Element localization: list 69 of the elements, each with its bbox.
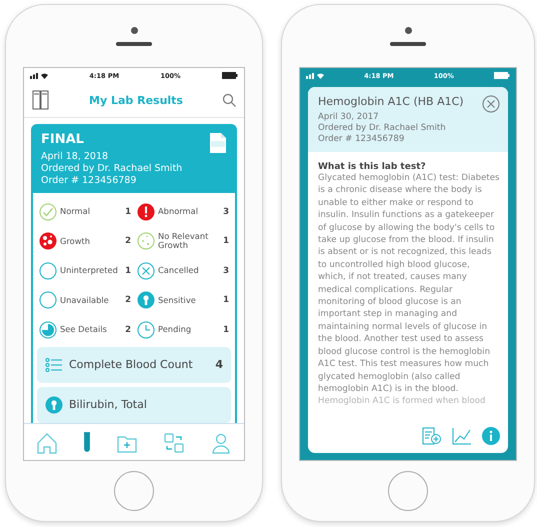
legend-label: Growth <box>60 236 92 246</box>
test-name: Complete Blood Count <box>69 358 194 371</box>
legend-label: Uninterpreted <box>60 266 119 276</box>
ordered-by: Ordered by Dr. Rachael Smith <box>41 163 182 174</box>
empty-circle-icon <box>39 262 57 280</box>
legend-label: No Relevant Growth <box>158 232 210 250</box>
test-date: April 30, 2017 <box>318 112 380 122</box>
add-note-icon[interactable] <box>422 427 442 445</box>
legend-label: Normal <box>60 207 92 216</box>
legend-count: 1 <box>223 324 229 335</box>
battery-icon <box>494 72 510 79</box>
test-count: 4 <box>215 358 223 371</box>
legend-count: 1 <box>125 206 131 217</box>
legend-count: 3 <box>223 266 229 276</box>
battery-icon <box>222 72 238 79</box>
test-row[interactable]: Bilirubin, Total <box>37 386 231 422</box>
check-circle-icon <box>39 202 57 221</box>
legend-count: 2 <box>125 324 131 335</box>
exclamation-circle-icon <box>137 202 155 221</box>
info-icon[interactable] <box>482 427 500 445</box>
speaker-grille <box>390 42 426 46</box>
dotted-circle-icon <box>137 232 155 250</box>
order-number: Order # 123456789 <box>318 134 406 144</box>
camera-icon <box>404 26 412 34</box>
keyhole-icon <box>45 396 63 414</box>
description-text: Glycated hemoglobin (A1C) test: Diabetes is a chronic disease where the body is unable to either make or respond to insulin. Insulin functions as a gatekeeper of glucose by allowing the body's cells to take up glucose from the blood. If insulin is absent or is not recognized, this leads to uncontrolled high blood glucose, which, if not treated, causes many medical complications. Regular monitoring of blood glucose is an important step in managing and maintaining normal levels of glucose in the blood. Another test used to assess blood glucose control is the hemoglobin A1C test. This test measures how much glycated hemoglobin (also called hemoglobin A1C) is in the blood. <box>318 172 500 396</box>
home-button[interactable] <box>388 471 428 511</box>
dots-circle-icon <box>39 232 57 250</box>
section-heading: What is this lab test? <box>318 162 427 172</box>
ordered-by: Ordered by Dr. Rachael Smith <box>318 123 447 133</box>
home-icon[interactable] <box>36 432 58 454</box>
test-row[interactable]: Complete Blood Count 4 <box>37 346 231 382</box>
binders-icon[interactable] <box>32 90 50 110</box>
clock-icon <box>137 320 155 339</box>
person-icon[interactable] <box>210 432 232 454</box>
empty-circle-icon <box>39 291 57 310</box>
cross-circle-icon <box>137 262 155 280</box>
page-title: My Lab Results <box>89 94 183 106</box>
signal-icon <box>30 72 48 79</box>
legend-label: Pending <box>158 325 192 334</box>
legend-count: 1 <box>223 236 229 246</box>
legend-label: See Details <box>60 325 108 334</box>
close-icon[interactable] <box>482 95 500 113</box>
pie-circle-icon <box>39 320 57 339</box>
test-tube-icon[interactable] <box>83 432 92 453</box>
legend-count: 3 <box>223 206 229 217</box>
legend-label: Sensitive <box>158 296 197 305</box>
legend-count: 1 <box>223 295 229 306</box>
swap-squares-icon[interactable] <box>162 432 185 454</box>
description-text: Hemoglobin A1C is formed when blood <box>318 395 486 408</box>
speaker-grille <box>116 42 152 46</box>
test-title: Hemoglobin A1C (HB A1C) <box>318 95 464 108</box>
signal-icon <box>306 72 324 79</box>
legend-count: 2 <box>125 295 131 306</box>
legend-label: Cancelled <box>158 266 200 276</box>
legend-count: 2 <box>125 236 131 246</box>
legend-label: Unavailable <box>60 296 110 305</box>
legend-label: Abnormal <box>158 207 200 216</box>
result-date: April 18, 2018 <box>41 151 110 162</box>
camera-icon <box>130 26 138 34</box>
keyhole-icon <box>137 291 155 310</box>
search-icon[interactable] <box>222 93 236 107</box>
list-icon <box>45 356 63 372</box>
test-name: Bilirubin, Total <box>69 398 148 411</box>
legend-count: 1 <box>125 266 131 276</box>
line-chart-icon[interactable] <box>452 427 472 445</box>
home-button[interactable] <box>114 471 154 511</box>
order-number: Order # 123456789 <box>41 175 138 186</box>
result-status: FINAL <box>41 132 85 147</box>
